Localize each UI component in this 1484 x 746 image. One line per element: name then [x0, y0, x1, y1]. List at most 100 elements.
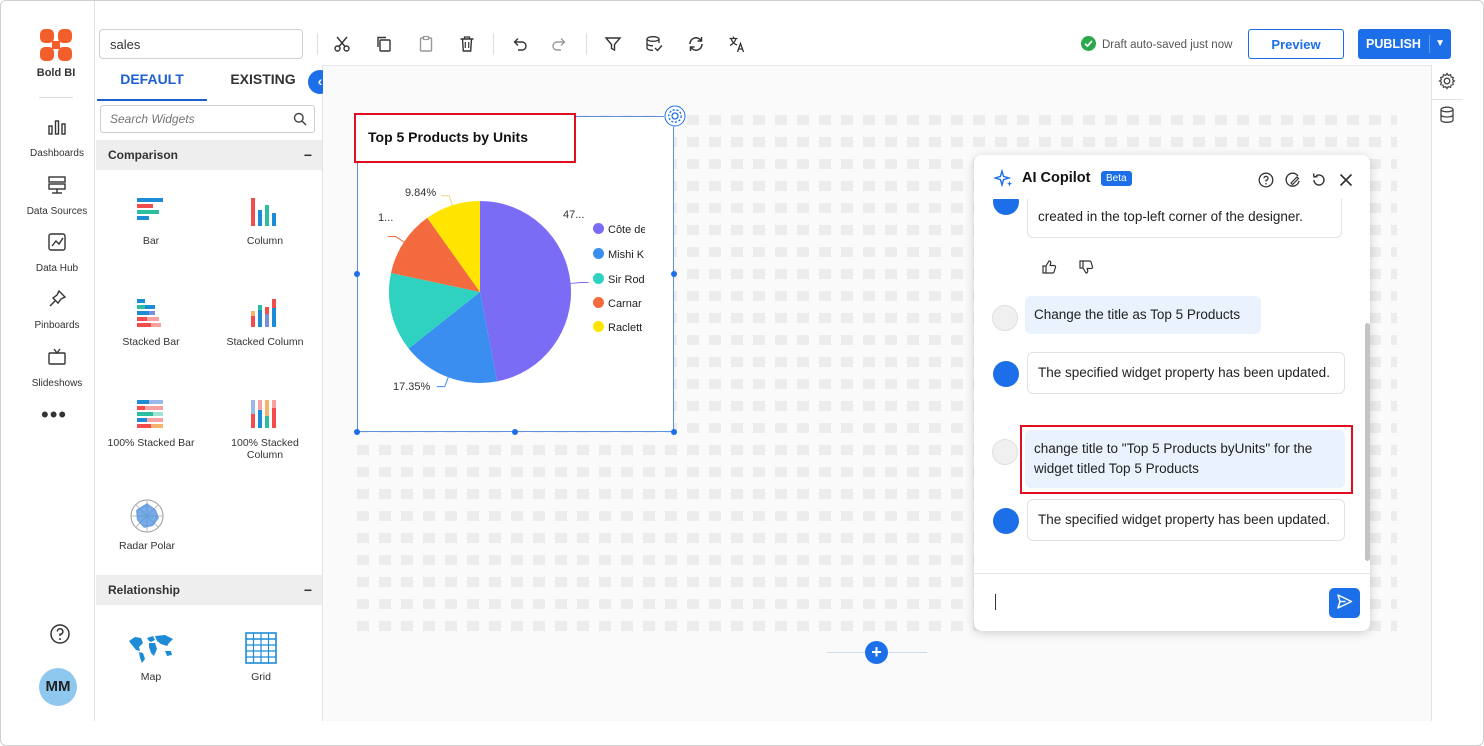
legend-swatch: [593, 273, 604, 284]
resize-handle[interactable]: [354, 429, 360, 435]
widget-search[interactable]: [100, 105, 315, 133]
legend-item[interactable]: Carnar: [593, 297, 645, 310]
widget-search-input[interactable]: [101, 106, 281, 132]
caret-down-icon[interactable]: ▼: [1435, 38, 1445, 49]
publish-button[interactable]: PUBLISH ▼: [1358, 29, 1451, 59]
gear-icon[interactable]: [1438, 72, 1456, 90]
bot-avatar-glyph-clipped: [993, 199, 1019, 225]
copilot-input[interactable]: [991, 589, 1311, 615]
add-widget-button[interactable]: +: [865, 641, 888, 664]
copy-icon[interactable]: [375, 35, 393, 53]
nav-item-data-sources[interactable]: Data Sources: [15, 175, 99, 219]
collapse-section-icon[interactable]: −: [304, 140, 312, 170]
widget-stacked-bar[interactable]: Stacked Bar: [101, 296, 201, 348]
widget-title: Top 5 Products by Units: [368, 129, 528, 145]
section-title: Comparison: [108, 148, 179, 162]
grid-widget-icon: [245, 632, 277, 664]
widget-100-stacked-column[interactable]: 100% Stacked Column: [215, 397, 315, 461]
nav-label: Data Hub: [35, 263, 79, 274]
legend-swatch: [593, 223, 604, 234]
legend-label: Sir Rod: [608, 274, 645, 286]
delete-icon[interactable]: [458, 35, 476, 53]
pie-leader-line-3: [387, 236, 405, 243]
paste-icon[interactable]: [417, 35, 435, 53]
widget-label: Radar Polar: [118, 540, 176, 552]
search-icon[interactable]: [293, 112, 307, 126]
pie-leader-line-1: [436, 377, 449, 388]
help-icon[interactable]: [49, 623, 71, 645]
section-relationship[interactable]: Relationship −: [96, 575, 322, 605]
refresh-icon[interactable]: [687, 35, 705, 53]
collapse-section-icon[interactable]: −: [304, 575, 312, 605]
translate-icon[interactable]: [728, 35, 746, 53]
data-label: 1...: [378, 212, 394, 224]
legend-swatch: [593, 321, 604, 332]
widget-settings-icon[interactable]: [664, 105, 686, 127]
nav-item-data-hub[interactable]: Data Hub: [15, 232, 99, 276]
copilot-scrollbar[interactable]: [1365, 323, 1370, 561]
reset-icon[interactable]: [1311, 172, 1327, 188]
nav-label: Data Sources: [26, 206, 88, 217]
full-stacked-bar-widget-icon: [137, 400, 163, 428]
send-button[interactable]: [1329, 588, 1360, 618]
widget-column[interactable]: Column: [215, 195, 315, 247]
legend-item[interactable]: Raclett: [593, 321, 645, 332]
widget-100-stacked-bar[interactable]: 100% Stacked Bar: [101, 397, 201, 449]
stacked-bar-widget-icon: [137, 299, 161, 327]
tab-existing[interactable]: EXISTING: [209, 71, 317, 101]
more-icon[interactable]: •••: [41, 404, 67, 426]
bot-message: The specified widget property has been u…: [1027, 499, 1345, 541]
widget-label: Bar: [142, 235, 160, 247]
thumbs-up-icon[interactable]: [1041, 259, 1057, 275]
section-comparison[interactable]: Comparison −: [96, 140, 322, 170]
clear-chat-icon[interactable]: [1285, 172, 1301, 188]
copilot-message-list[interactable]: created in the top-left corner of the de…: [974, 199, 1370, 571]
cut-icon[interactable]: [333, 35, 351, 53]
widget-label: Map: [140, 671, 162, 683]
database-icon[interactable]: [1439, 106, 1455, 124]
widget-title-highlight: Top 5 Products by Units: [354, 113, 576, 163]
data-label: 47...: [563, 209, 585, 221]
legend-item[interactable]: Mishi K: [593, 248, 645, 261]
resize-handle[interactable]: [671, 429, 677, 435]
dashboard-name-input[interactable]: [99, 29, 303, 59]
data-label: 9.84%: [405, 187, 437, 199]
user-avatar-small: [992, 439, 1018, 465]
nav-item-dashboards[interactable]: Dashboards: [15, 117, 99, 161]
legend-swatch: [593, 297, 604, 308]
publish-divider: [1429, 35, 1430, 53]
nav-item-slideshows[interactable]: Slideshows: [15, 347, 99, 391]
preview-button[interactable]: Preview: [1248, 29, 1344, 59]
nav-item-pinboards[interactable]: Pinboards: [15, 289, 99, 333]
bot-avatar: [993, 361, 1019, 387]
close-icon[interactable]: [1338, 172, 1354, 188]
thumbs-down-icon[interactable]: [1078, 259, 1094, 275]
user-avatar[interactable]: MM: [39, 668, 77, 706]
resize-handle[interactable]: [512, 429, 518, 435]
column-widget-icon: [251, 198, 276, 226]
data-source-check-icon[interactable]: [645, 35, 663, 53]
pie-slice-0[interactable]: [480, 201, 571, 382]
widget-grid[interactable]: Grid: [211, 631, 311, 683]
legend-item[interactable]: Côte de: [593, 223, 645, 236]
filter-icon[interactable]: [604, 35, 622, 53]
redo-icon[interactable]: [551, 35, 569, 53]
resize-handle[interactable]: [671, 271, 677, 277]
pin-icon: [49, 289, 67, 307]
bold-bi-logo: [40, 29, 72, 61]
widget-bar[interactable]: Bar: [101, 195, 201, 247]
legend-label: Mishi K: [608, 249, 645, 261]
widget-map[interactable]: Map: [101, 631, 201, 683]
bar-widget-icon: [137, 198, 163, 220]
legend-label: Côte de: [608, 224, 645, 236]
widget-stacked-column[interactable]: Stacked Column: [215, 296, 315, 348]
help-icon[interactable]: [1258, 172, 1274, 188]
tab-default[interactable]: DEFAULT: [97, 71, 207, 101]
server-icon: [48, 176, 66, 194]
beta-badge: Beta: [1101, 171, 1132, 186]
widget-radar-polar[interactable]: Radar Polar: [97, 498, 197, 552]
user-avatar-small: [992, 305, 1018, 331]
undo-icon[interactable]: [510, 35, 528, 53]
app-frame: Bold BI Dashboards Data Sources Data Hub…: [0, 0, 1484, 746]
legend-item[interactable]: Sir Rod: [593, 273, 645, 286]
